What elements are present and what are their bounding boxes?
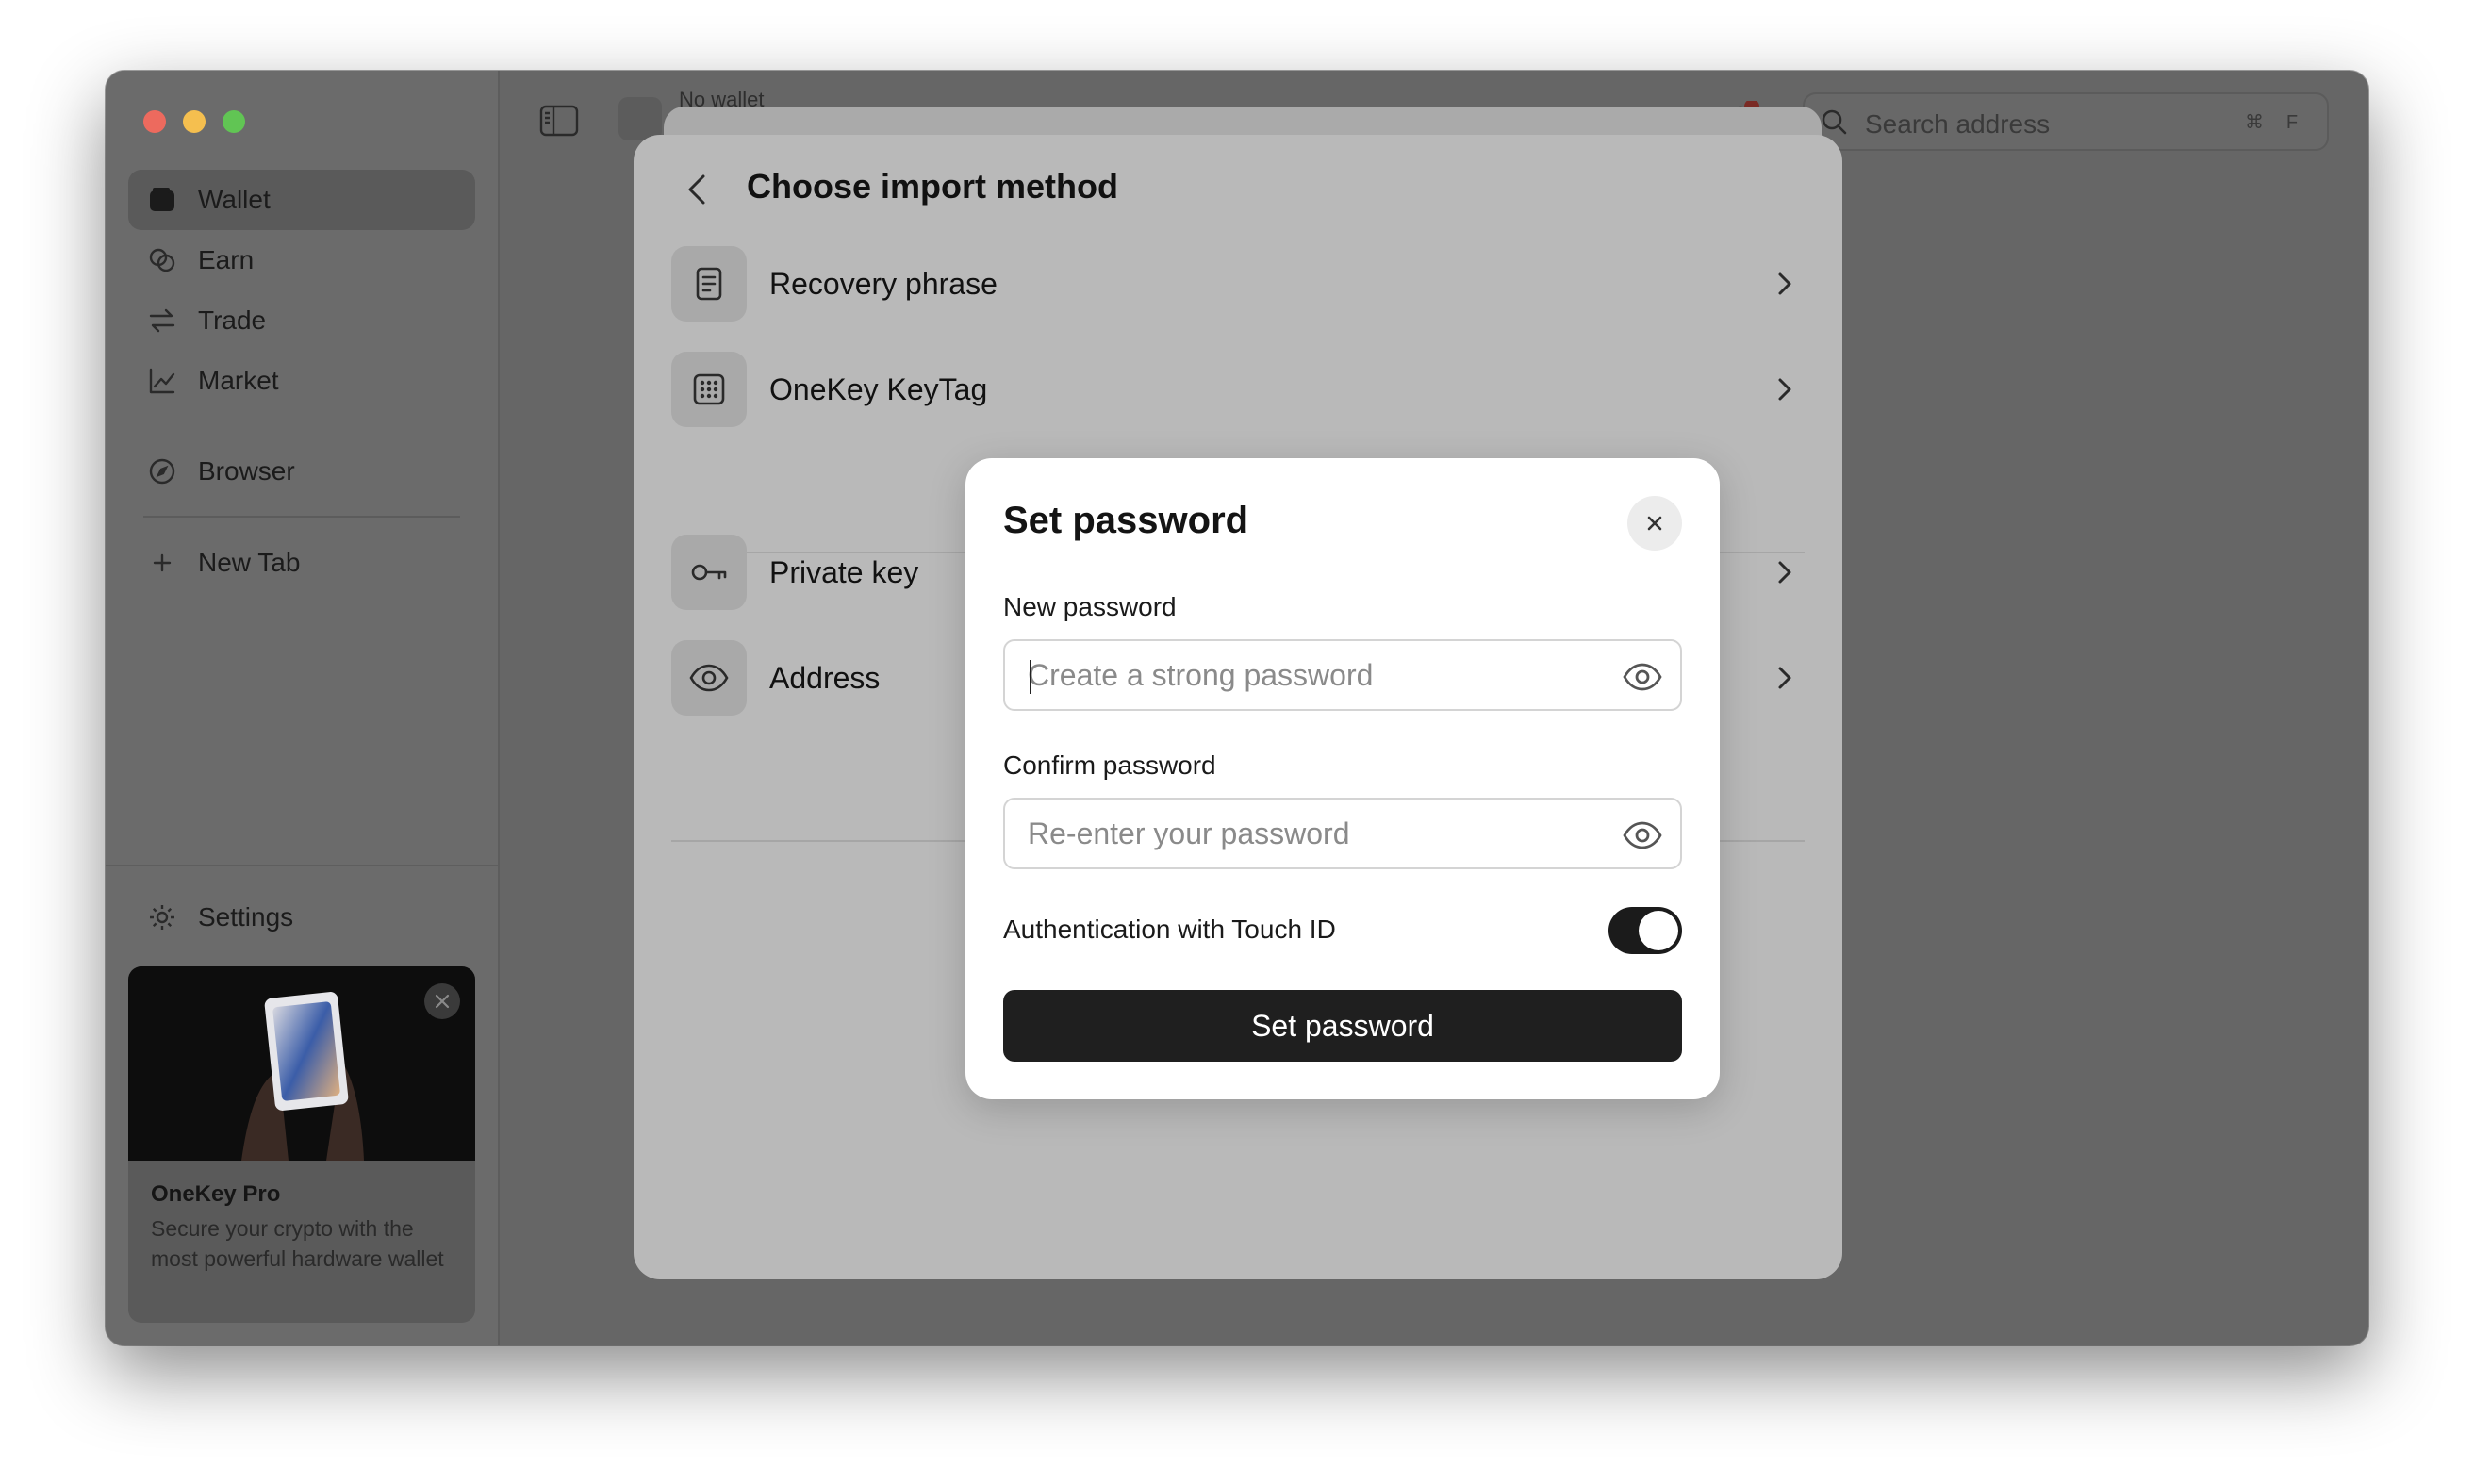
eye-icon (671, 640, 747, 716)
new-tab-label: New Tab (198, 548, 301, 577)
sidebar-bottom-divider (106, 865, 498, 866)
dialog-close-button[interactable] (1627, 496, 1682, 551)
toggle-knob (1639, 911, 1678, 950)
option-recovery-phrase[interactable]: Recovery phrase (671, 246, 1805, 323)
new-tab-button[interactable]: New Tab (128, 533, 475, 593)
chart-icon (145, 364, 179, 398)
confirm-password-label: Confirm password (1003, 750, 1216, 780)
chevron-right-icon (1778, 272, 1791, 295)
search-bar[interactable]: Search address ⌘ F (1803, 92, 2329, 151)
option-label: Address (769, 661, 881, 695)
sidebar-item-earn[interactable]: Earn (128, 230, 475, 290)
shortcut-key-f: F (2285, 112, 2299, 133)
search-icon (1822, 109, 1847, 135)
text-caret (1030, 660, 1031, 694)
sidebar-item-label: Earn (198, 245, 255, 274)
new-password-field[interactable] (1003, 639, 1682, 711)
touch-id-toggle[interactable] (1608, 907, 1682, 954)
option-label: Private key (769, 555, 919, 589)
sheet-title: Choose import method (747, 167, 1118, 206)
show-password-icon[interactable] (1622, 816, 1663, 854)
chevron-right-icon (1778, 561, 1791, 584)
back-button[interactable] (679, 171, 717, 208)
swap-icon (145, 304, 179, 338)
promo-description: Secure your crypto with the most powerfu… (151, 1216, 444, 1271)
minimize-window-button[interactable] (183, 110, 206, 133)
plus-icon (145, 546, 179, 580)
app-window: Wallet Earn Trade Market Browser New Tab… (106, 71, 2368, 1345)
sidebar-toggle-icon[interactable] (539, 105, 579, 143)
set-password-button[interactable]: Set password (1003, 990, 1682, 1062)
dialog-title: Set password (1003, 500, 1249, 541)
chevron-left-icon (688, 174, 705, 205)
show-password-icon[interactable] (1622, 658, 1663, 696)
compass-icon (145, 454, 179, 488)
close-window-button[interactable] (143, 110, 166, 133)
sidebar-item-label: Wallet (198, 185, 271, 214)
sidebar: Wallet Earn Trade Market Browser New Tab… (106, 71, 500, 1345)
earn-icon (145, 243, 179, 277)
sidebar-item-market[interactable]: Market (128, 351, 475, 411)
sidebar-item-label: Market (198, 366, 279, 395)
option-label: Recovery phrase (769, 267, 998, 301)
sidebar-item-label: Settings (198, 902, 294, 932)
option-label: OneKey KeyTag (769, 372, 988, 406)
promo-image (128, 966, 475, 1161)
promo-title: OneKey Pro (151, 1181, 281, 1207)
new-password-input[interactable] (1028, 641, 1593, 709)
sidebar-item-label: Browser (198, 456, 295, 486)
option-onekey-keytag[interactable]: OneKey KeyTag (671, 352, 1805, 429)
sidebar-item-wallet[interactable]: Wallet (128, 170, 475, 230)
chevron-right-icon (1778, 378, 1791, 401)
set-password-dialog: Set password New password Confirm passwo… (965, 458, 1720, 1099)
shortcut-key-cmd: ⌘ (2245, 112, 2264, 133)
close-icon (1647, 516, 1662, 531)
new-password-label: New password (1003, 592, 1177, 621)
grid-icon (671, 352, 747, 427)
sidebar-divider (143, 516, 460, 518)
document-icon (671, 246, 747, 322)
sidebar-item-label: Trade (198, 305, 267, 335)
touch-id-label: Authentication with Touch ID (1003, 915, 1336, 944)
sidebar-item-settings[interactable]: Settings (128, 887, 475, 948)
close-icon (435, 994, 450, 1009)
wallet-avatar[interactable] (618, 97, 662, 140)
key-icon (671, 535, 747, 610)
chevron-right-icon (1778, 667, 1791, 689)
gear-icon (145, 900, 179, 934)
promo-close-button[interactable] (424, 983, 460, 1019)
confirm-password-input[interactable] (1028, 800, 1593, 867)
confirm-password-field[interactable] (1003, 798, 1682, 869)
promo-card[interactable]: OneKey Pro Secure your crypto with the m… (128, 966, 475, 1323)
wallet-icon (145, 183, 179, 217)
maximize-window-button[interactable] (223, 110, 245, 133)
sidebar-item-browser[interactable]: Browser (128, 441, 475, 502)
search-input[interactable]: Search address (1865, 109, 2050, 140)
sidebar-item-trade[interactable]: Trade (128, 290, 475, 351)
